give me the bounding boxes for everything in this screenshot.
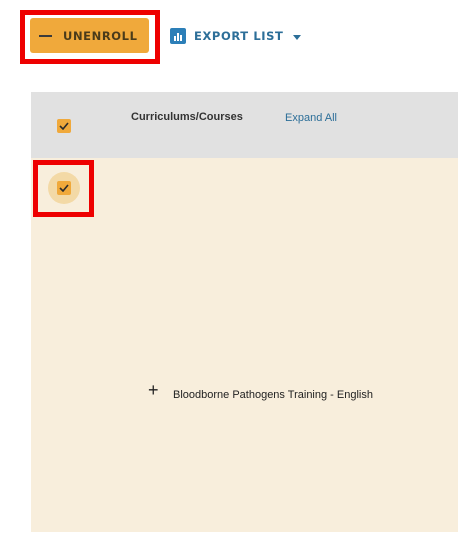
unenroll-button[interactable]: UNENROLL xyxy=(30,18,149,53)
table-header xyxy=(31,92,458,158)
export-list-label: EXPORT LIST xyxy=(194,29,284,43)
checkmark-icon xyxy=(59,184,69,192)
select-all-checkbox[interactable] xyxy=(57,119,71,133)
checkmark-icon xyxy=(59,122,69,130)
export-list-button[interactable]: EXPORT LIST xyxy=(170,26,302,46)
plus-icon[interactable]: + xyxy=(148,381,159,399)
unenroll-button-label: UNENROLL xyxy=(63,28,138,43)
expand-all-link[interactable]: Expand All xyxy=(285,112,337,124)
minus-icon xyxy=(39,34,52,37)
table-row xyxy=(31,158,458,532)
caret-down-icon[interactable] xyxy=(293,35,302,40)
column-header-curriculums: Curriculums/Courses xyxy=(131,111,243,123)
row-checkbox[interactable] xyxy=(57,181,71,195)
course-name: Bloodborne Pathogens Training - English xyxy=(173,389,373,401)
bar-chart-icon xyxy=(170,28,186,44)
